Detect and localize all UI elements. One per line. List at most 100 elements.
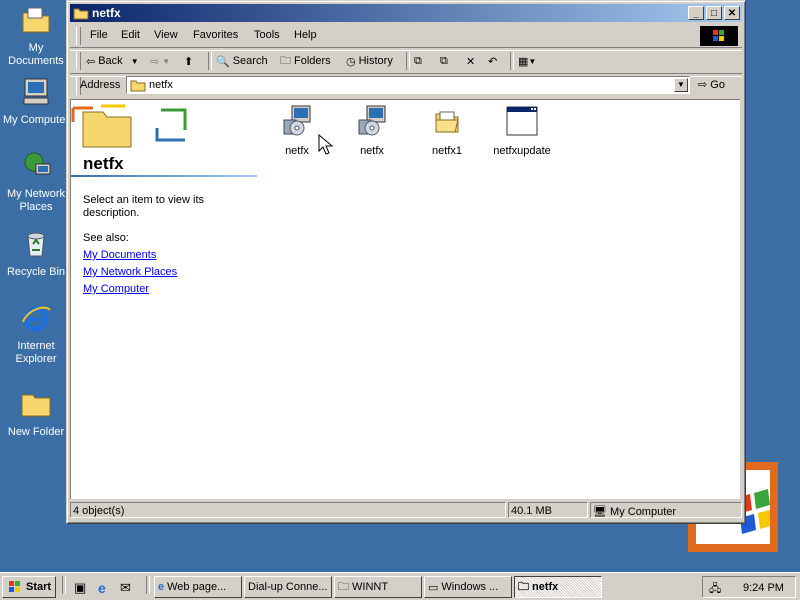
show-desktop-icon[interactable]: ▣ bbox=[74, 580, 90, 596]
desktop-icon-my-documents[interactable]: My Documents bbox=[0, 4, 72, 68]
title-underline bbox=[71, 175, 257, 177]
chevron-down-icon: ▼ bbox=[528, 56, 537, 66]
folders-button[interactable]: 🗀 Folders bbox=[280, 52, 331, 70]
maximize-button[interactable]: □ bbox=[706, 6, 722, 20]
desktop-icon-my-computer[interactable]: My Computer bbox=[0, 76, 72, 127]
menu-favorites[interactable]: Favorites bbox=[193, 29, 238, 41]
desktop-icon-label: My Network Places bbox=[6, 188, 66, 213]
file-name: netfxupdate bbox=[493, 145, 551, 157]
start-button[interactable]: Start bbox=[2, 576, 56, 598]
clock[interactable]: 9:24 PM bbox=[743, 582, 784, 594]
file-item[interactable]: netfx1 bbox=[412, 104, 482, 157]
link-my-network-places[interactable]: My Network Places bbox=[83, 266, 177, 278]
ie-icon: e bbox=[158, 581, 165, 593]
back-label: Back bbox=[98, 55, 123, 67]
link-my-documents[interactable]: My Documents bbox=[83, 249, 156, 261]
go-arrow-icon: ⇨ bbox=[698, 79, 708, 91]
menu-edit[interactable]: Edit bbox=[121, 29, 140, 41]
window-app-icon bbox=[506, 106, 538, 136]
status-zone-label: My Computer bbox=[610, 506, 677, 518]
explorer-window: netfx _ □ ✕ File Edit View Favorites Too… bbox=[66, 0, 746, 524]
address-value: netfx bbox=[149, 79, 173, 91]
history-button[interactable]: ◷ History bbox=[346, 52, 393, 70]
folder-banner-icon bbox=[71, 104, 187, 148]
webview-info-pane: netfx Select an item to view its descrip… bbox=[71, 100, 257, 499]
mouse-cursor-icon bbox=[318, 134, 334, 155]
forward-button[interactable]: ⇨ ▼ bbox=[150, 52, 170, 70]
move-to-button[interactable]: ⧉ bbox=[414, 52, 422, 70]
desktop-icon-internet-explorer[interactable]: Internet Explorer bbox=[0, 302, 72, 366]
task-label: WINNT bbox=[352, 581, 389, 593]
task-winnt[interactable]: 🗀 WINNT bbox=[334, 576, 422, 598]
status-size: 40.1 MB bbox=[508, 502, 588, 518]
file-item[interactable]: netfxupdate bbox=[487, 104, 557, 157]
history-icon: ◷ bbox=[346, 55, 356, 68]
task-netfx[interactable]: 🗀 netfx bbox=[514, 576, 602, 598]
menu-file[interactable]: File bbox=[90, 29, 108, 41]
views-icon: ▦ bbox=[518, 55, 529, 68]
delete-icon: ✕ bbox=[466, 55, 476, 68]
status-zone: 🖥 My Computer bbox=[590, 502, 742, 518]
status-objects: 4 object(s) bbox=[70, 502, 506, 518]
menu-grip[interactable] bbox=[76, 27, 81, 45]
desktop-icon-label: My Documents bbox=[8, 42, 64, 67]
folder-icon: 🗀 bbox=[518, 580, 529, 593]
menu-tools[interactable]: Tools bbox=[254, 29, 280, 41]
folder-icon bbox=[21, 394, 51, 417]
network-tray-icon[interactable]: 🖧 bbox=[709, 580, 721, 599]
menu-bar: File Edit View Favorites Tools Help bbox=[70, 25, 742, 47]
desktop-icon-label: Internet Explorer bbox=[15, 340, 57, 365]
description-text: Select an item to view its description. bbox=[83, 194, 205, 219]
task-web-page[interactable]: e Web page... bbox=[154, 576, 242, 598]
delete-button[interactable]: ✕ bbox=[466, 52, 475, 70]
search-button[interactable]: 🔍 Search bbox=[216, 52, 268, 70]
installer-icon bbox=[283, 105, 311, 136]
history-label: History bbox=[358, 55, 393, 67]
up-folder-button[interactable]: ⬆ bbox=[184, 52, 193, 70]
desktop-icon-label: My Computer bbox=[2, 114, 70, 126]
folder-icon: 🗀 bbox=[338, 580, 349, 593]
folder-icon bbox=[130, 80, 146, 92]
menu-help[interactable]: Help bbox=[294, 29, 317, 41]
address-dropdown-button[interactable]: ▼ bbox=[674, 78, 688, 92]
go-button[interactable]: ⇨ Go bbox=[698, 78, 725, 91]
desktop-icon-label: New Folder bbox=[7, 426, 65, 438]
back-arrow-icon: ⇦ bbox=[86, 55, 96, 68]
outlook-express-icon[interactable]: ✉ bbox=[120, 580, 136, 596]
close-button[interactable]: ✕ bbox=[724, 6, 740, 20]
views-button[interactable]: ▦ ▼ bbox=[518, 52, 536, 70]
toolbar-grip[interactable] bbox=[76, 52, 81, 70]
address-bar: Address netfx ▼ ⇨ Go bbox=[70, 75, 742, 97]
menu-view[interactable]: View bbox=[154, 29, 178, 41]
undo-button[interactable]: ↶ bbox=[488, 52, 497, 70]
taskbar-separator bbox=[62, 576, 66, 594]
minimize-button[interactable]: _ bbox=[688, 6, 704, 20]
task-windows[interactable]: ▭ Windows ... bbox=[424, 576, 512, 598]
ie-icon bbox=[22, 306, 51, 332]
computer-icon bbox=[23, 78, 49, 105]
folders-label: Folders bbox=[294, 55, 331, 67]
back-button[interactable]: ⇦ Back ▼ bbox=[86, 52, 139, 70]
folder-documents-icon bbox=[22, 7, 50, 33]
file-item[interactable]: netfx bbox=[337, 104, 407, 157]
task-label: Web page... bbox=[167, 581, 227, 593]
desktop-icon-network[interactable]: My Network Places bbox=[0, 150, 72, 214]
search-icon: 🔍 bbox=[216, 55, 230, 68]
task-label: Windows ... bbox=[441, 581, 499, 593]
desktop-icon-new-folder[interactable]: New Folder bbox=[0, 388, 72, 439]
task-dial-up[interactable]: Dial-up Conne... bbox=[244, 576, 332, 598]
toolbar-separator bbox=[406, 52, 410, 70]
installer-icon bbox=[358, 105, 386, 136]
desktop-icon-recycle-bin[interactable]: Recycle Bin bbox=[0, 228, 72, 279]
chevron-down-icon: ▼ bbox=[162, 56, 171, 66]
title-bar[interactable]: netfx _ □ ✕ bbox=[70, 4, 742, 22]
windows-flag-icon bbox=[713, 30, 724, 41]
status-bar: 4 object(s) 40.1 MB 🖥 My Computer bbox=[70, 501, 742, 519]
link-my-computer[interactable]: My Computer bbox=[83, 283, 149, 295]
copy-to-button[interactable]: ⧉ bbox=[440, 52, 448, 70]
standard-toolbar: ⇦ Back ▼ ⇨ ▼ ⬆ 🔍 Search 🗀 Folders ◷ Hist… bbox=[70, 49, 742, 73]
ie-icon[interactable]: e bbox=[98, 580, 114, 596]
taskbar-separator bbox=[146, 576, 150, 594]
chevron-down-icon: ▼ bbox=[130, 56, 139, 66]
address-input[interactable]: netfx ▼ bbox=[126, 76, 690, 94]
